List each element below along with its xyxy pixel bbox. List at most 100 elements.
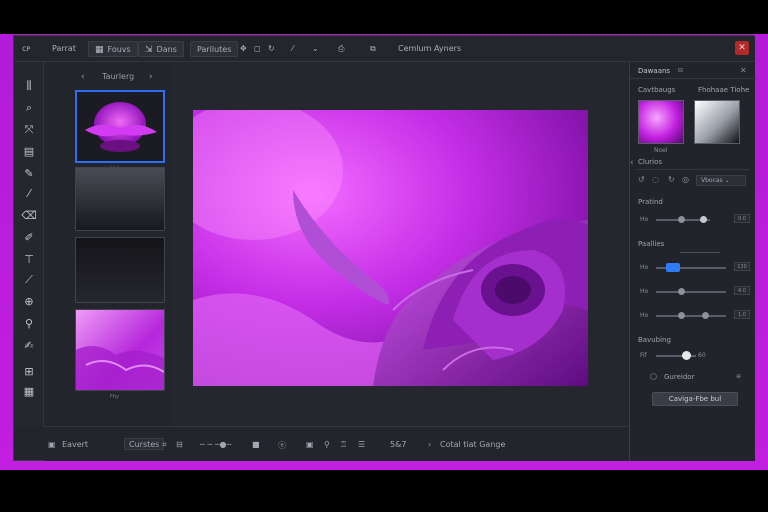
image-icon[interactable]: ▣ xyxy=(306,440,314,449)
pencil-icon[interactable]: ✐ xyxy=(21,230,37,246)
profile-slider-knob[interactable] xyxy=(678,216,685,223)
layout-icon[interactable]: ⊟ xyxy=(176,440,183,449)
tab-properties[interactable]: Dawaans xyxy=(638,67,670,75)
thumbnail-panel: ‹ Taurlerg › - - - Fhy xyxy=(44,62,172,426)
colors-divider xyxy=(636,169,750,170)
chevron-down-icon[interactable]: ⌄ xyxy=(312,41,319,57)
bucket-icon[interactable]: ⊤ xyxy=(21,252,37,268)
layers-icon[interactable]: ⫼ xyxy=(21,78,37,94)
prochies-value[interactable]: 130 xyxy=(734,262,750,271)
square-icon[interactable]: ■ xyxy=(252,440,260,449)
arrow-icon: ⇲ xyxy=(145,45,153,55)
slider-4-value[interactable]: 1.0 xyxy=(734,310,750,319)
slider-4-knob[interactable] xyxy=(678,312,685,319)
app-window: ᴄᴘ Parrat ▦ Fouvs ⇲ Dans Parilutes ✥ ◻ ↻ ⁄… xyxy=(13,35,756,461)
transform-icon[interactable]: ⤧ xyxy=(21,122,37,138)
bottom-left-label[interactable]: Eavert xyxy=(62,440,88,449)
brush-icon[interactable]: ⁄ xyxy=(21,186,37,202)
close-icon[interactable]: ✕ xyxy=(740,66,747,75)
panel-collapse-icon[interactable]: ‹ xyxy=(630,158,634,168)
rotate-icon[interactable]: ↻ xyxy=(268,41,275,57)
profile-slider-knob-2[interactable] xyxy=(700,216,707,223)
section-colors: Clurios xyxy=(638,158,663,166)
chevron-left-icon[interactable]: ‹ xyxy=(81,72,85,82)
adjust-icon[interactable]: ▤ xyxy=(21,144,37,160)
row-label-3: Ho xyxy=(640,288,649,295)
brushing-slider-knob[interactable] xyxy=(682,351,691,360)
chevron-right-icon[interactable]: › xyxy=(149,72,153,82)
slider-3-knob[interactable] xyxy=(678,288,685,295)
annotate-icon[interactable]: ✍ xyxy=(21,338,37,354)
thumbnail-4[interactable] xyxy=(75,309,165,391)
main-image[interactable] xyxy=(193,110,588,386)
list-icon[interactable]: ☰ xyxy=(358,440,365,449)
status-text: Cotal tiat Gange xyxy=(440,440,506,449)
zoom-slider[interactable]: ─ ─ ─●─ xyxy=(200,440,231,449)
info-icon[interactable]: ⓔ xyxy=(278,440,286,451)
toolbar-label: Cemlum xyxy=(398,44,432,53)
swatch-caption: Noel xyxy=(654,147,668,154)
checkbox[interactable] xyxy=(650,373,657,380)
thumbnail-title: Taurlerg xyxy=(102,72,135,81)
row-label-4: Ho xyxy=(640,312,649,319)
apply-button[interactable]: Caviga-Fbe bul xyxy=(652,392,738,406)
search-icon[interactable]: ⌕ xyxy=(21,100,37,116)
thumbnail-4-image xyxy=(76,346,165,390)
export-icon[interactable]: ▣ xyxy=(48,440,56,449)
main-image-svg xyxy=(193,110,588,386)
checkbox-label: Gureidor xyxy=(664,373,695,381)
thumbnail-2[interactable] xyxy=(75,167,165,231)
eraser-icon[interactable]: ⌫ xyxy=(21,208,37,224)
frame-counter: 5&7 xyxy=(390,440,407,449)
thumbnail-3[interactable] xyxy=(75,237,165,303)
color-swatch-secondary[interactable] xyxy=(694,100,740,144)
pen-icon[interactable]: ✎ xyxy=(21,166,37,182)
color-swatch-primary[interactable] xyxy=(638,100,684,144)
print-icon[interactable]: ⎙ xyxy=(338,41,344,57)
circle-icon[interactable]: ◎ xyxy=(682,175,689,184)
close-button[interactable]: ✕ xyxy=(735,41,749,55)
dropper-icon[interactable]: ⟋ xyxy=(21,272,37,288)
tab-close-icon[interactable]: ⊟ xyxy=(678,67,683,74)
slider-3-value[interactable]: 4.0 xyxy=(734,286,750,295)
properties-panel: Dawaans ⊟ ✕ Cavtbaugs Fhohaae Tiohe Noel… xyxy=(629,62,756,461)
section-brushing: Bavubing xyxy=(638,336,671,344)
text-icon[interactable]: ⊞ xyxy=(21,364,37,380)
row-label-5: Fif xyxy=(640,352,647,359)
crop-tool-icon[interactable]: ⌗ xyxy=(162,440,167,450)
swatch-label-1: Cavtbaugs xyxy=(638,86,676,94)
menu-pill-4[interactable]: Parilutes xyxy=(190,41,239,57)
options-icon[interactable]: ⊕ xyxy=(736,373,741,380)
slider-3-track xyxy=(656,291,726,293)
crop-icon[interactable]: ◻ xyxy=(254,41,261,57)
colors-dropdown[interactable]: Vbocas ⌄ xyxy=(696,175,746,186)
bottom-pill[interactable]: Curstes xyxy=(124,438,165,450)
bottom-toolbar: ▣ Eavert Curstes ⌗ ⊟ ─ ─ ─●─ ■ ⓔ ▣ ⚲ ♖ ☰… xyxy=(44,426,629,461)
refresh-icon[interactable]: ↺ xyxy=(638,175,645,184)
menu-pill-2[interactable]: ▦ Fouvs xyxy=(88,41,138,57)
prochies-slider-knob[interactable] xyxy=(666,263,680,272)
frame-icon[interactable]: ⧉ xyxy=(370,41,376,57)
brushing-value: 60 xyxy=(698,352,706,359)
menu-item-2: Fouvs xyxy=(107,45,131,54)
zoom-icon[interactable]: ⚲ xyxy=(21,316,37,332)
sync-icon[interactable]: ↻ xyxy=(668,175,675,184)
pin-icon[interactable]: ⚲ xyxy=(324,440,330,449)
menu-item-4: Parilutes xyxy=(197,45,232,54)
thumbnail-1[interactable] xyxy=(75,90,165,163)
profile-value[interactable]: 0.0 xyxy=(734,214,750,223)
menu-item-1[interactable]: Parrat xyxy=(52,41,76,57)
slider-4-knob-2[interactable] xyxy=(702,312,709,319)
menu-pill-3[interactable]: ⇲ Dans xyxy=(138,41,184,57)
stamp-icon[interactable]: ⊕ xyxy=(21,294,37,310)
apply-button-label: Caviga-Fbe xyxy=(668,395,709,403)
move-icon[interactable]: ✥ xyxy=(240,41,247,57)
grid-settings-icon[interactable]: ▦ xyxy=(21,384,37,400)
thumbnail-1-image xyxy=(85,102,157,152)
tag-icon[interactable]: ♖ xyxy=(340,440,347,449)
cycle-icon[interactable]: ◌ xyxy=(652,175,659,184)
row-label-1: Ho xyxy=(640,216,649,223)
magic-wand-icon[interactable]: ⁄ xyxy=(292,41,293,57)
grid-icon: ▦ xyxy=(95,45,104,55)
dash-divider xyxy=(680,252,720,253)
